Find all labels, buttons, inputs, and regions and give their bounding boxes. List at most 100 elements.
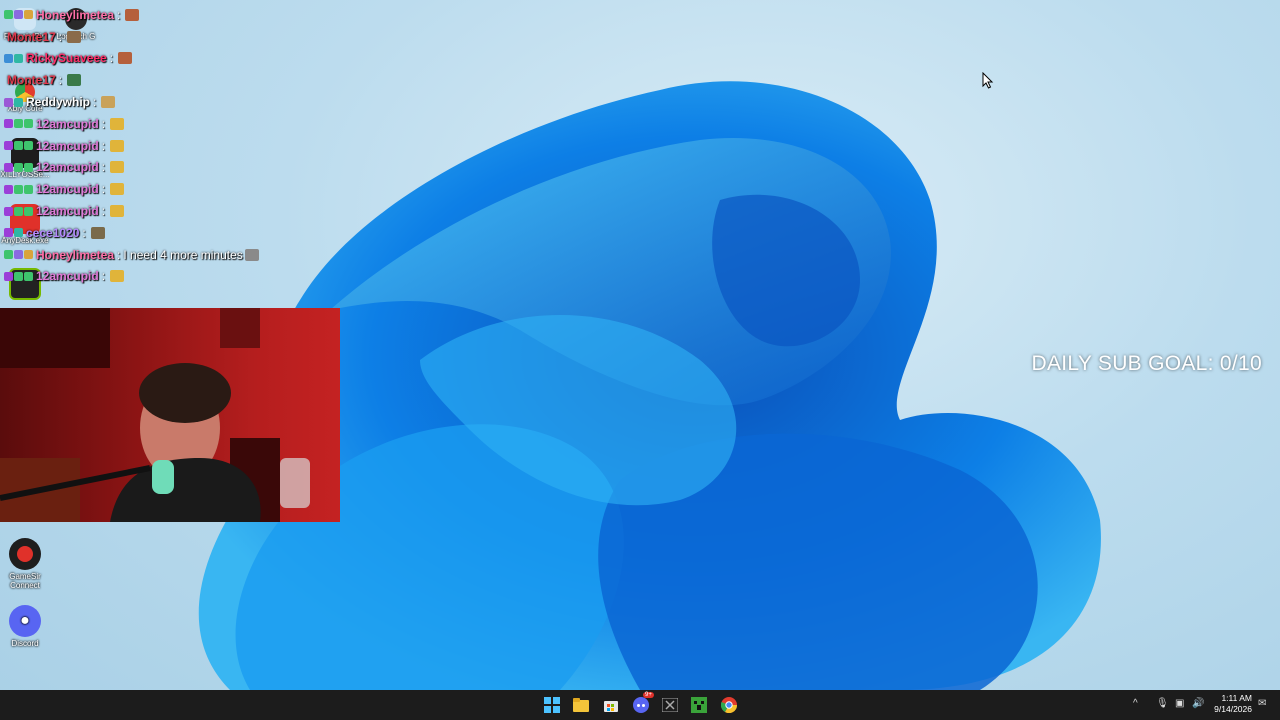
store-button[interactable] bbox=[601, 695, 621, 715]
store-icon bbox=[604, 701, 618, 712]
chat-username: 12amcupid bbox=[36, 116, 99, 131]
chat-separator: : bbox=[58, 29, 63, 44]
chat-separator: : bbox=[117, 247, 121, 262]
chat-username: 12amcupid bbox=[36, 269, 99, 284]
webcam-scene bbox=[0, 308, 310, 522]
chat-badge-icon bbox=[24, 250, 33, 260]
chat-separator: : bbox=[101, 138, 106, 153]
chat-badges bbox=[4, 53, 23, 63]
chat-message: 12amcupid: bbox=[0, 135, 300, 157]
chevron-up-icon[interactable]: ^ bbox=[1133, 698, 1138, 709]
minecraft-icon bbox=[691, 697, 707, 713]
mouse-cursor-icon bbox=[982, 72, 994, 89]
desktop-icon-discord[interactable]: ● Discord bbox=[0, 605, 55, 648]
chat-username: 12amcupid bbox=[36, 182, 99, 197]
chat-emote-icon bbox=[110, 117, 125, 130]
discord-taskbar-button[interactable]: 9+ bbox=[631, 692, 654, 715]
chrome-taskbar-button[interactable] bbox=[719, 695, 739, 715]
chat-badges bbox=[4, 184, 33, 194]
chat-badge-icon bbox=[14, 250, 23, 260]
chat-badge-icon bbox=[4, 53, 13, 63]
chat-username: RickySuaveee bbox=[26, 51, 107, 66]
chat-badge-icon bbox=[14, 206, 23, 216]
taskbar-clock[interactable]: 1:11 AM 9/14/2026 bbox=[1214, 693, 1252, 715]
chat-badge-icon bbox=[14, 162, 23, 172]
chat-message: 12amcupid: bbox=[0, 266, 300, 288]
chat-message: Honeylimetea: I need 4 more minutes bbox=[0, 244, 300, 266]
chat-emote-icon bbox=[110, 161, 125, 174]
chat-badge-icon bbox=[4, 206, 13, 216]
chat-message: 12amcupid: bbox=[0, 178, 300, 200]
chat-message: RickySuaveee: bbox=[0, 48, 300, 70]
chat-separator: : bbox=[109, 51, 114, 66]
chat-badges bbox=[4, 228, 23, 238]
chat-emote-icon bbox=[118, 52, 133, 65]
chat-message: Reddywhip: bbox=[0, 91, 300, 113]
chat-badges bbox=[4, 271, 33, 281]
daily-sub-goal: DAILY SUB GOAL: 0/10 bbox=[1031, 352, 1262, 375]
chat-badge-icon bbox=[4, 250, 13, 260]
minecraft-button[interactable] bbox=[689, 695, 709, 715]
windows-start-icon bbox=[544, 697, 560, 713]
chat-badge-icon bbox=[4, 271, 13, 281]
volume-icon[interactable]: 🔊 bbox=[1192, 698, 1204, 709]
taskbar: 9+ ^ 🎙 ▣ 🔊 1:11 AM 9/14/2026 ✉ bbox=[0, 690, 1280, 720]
chat-badge-icon bbox=[24, 206, 33, 216]
chrome-icon bbox=[721, 697, 737, 713]
excel-icon bbox=[662, 698, 678, 712]
chat-badge-icon bbox=[14, 141, 23, 151]
chat-badges bbox=[4, 10, 33, 20]
chat-separator: : bbox=[101, 182, 106, 197]
gamesir-icon bbox=[9, 538, 41, 570]
discord-taskbar-icon bbox=[633, 697, 649, 713]
excel-button[interactable] bbox=[660, 695, 680, 715]
file-explorer-icon bbox=[573, 698, 589, 712]
chat-message: 12amcupid: bbox=[0, 200, 300, 222]
chat-badges bbox=[4, 206, 33, 216]
chat-badge-icon bbox=[4, 184, 13, 194]
chat-badges bbox=[4, 119, 33, 129]
chat-text: I need 4 more minutes bbox=[123, 247, 243, 262]
chat-separator: : bbox=[82, 225, 86, 240]
chat-emote-icon bbox=[244, 248, 259, 261]
chat-badge-icon bbox=[4, 10, 13, 20]
chat-emote-icon bbox=[110, 270, 125, 283]
start-button[interactable] bbox=[542, 695, 562, 715]
file-explorer-button[interactable] bbox=[571, 695, 591, 715]
chat-badges bbox=[4, 141, 33, 151]
notification-icon[interactable]: ✉ bbox=[1258, 698, 1266, 709]
chat-message: Honeylimetea: bbox=[0, 4, 300, 26]
chat-username: Monte17 bbox=[7, 29, 56, 44]
chat-separator: : bbox=[101, 160, 106, 175]
chat-badge-icon bbox=[4, 228, 13, 238]
chat-badge-icon bbox=[4, 141, 13, 151]
network-icon[interactable]: ▣ bbox=[1175, 698, 1184, 709]
discord-notification-badge: 9+ bbox=[643, 692, 654, 698]
desktop-icon-gamesir-connect[interactable]: GameSir Connect bbox=[0, 538, 55, 590]
microphone-icon[interactable]: 🎙 bbox=[1156, 698, 1169, 709]
chat-emote-icon bbox=[67, 30, 82, 43]
chat-username: 12amcupid bbox=[36, 204, 99, 219]
chat-separator: : bbox=[101, 269, 106, 284]
chat-badge-icon bbox=[14, 10, 23, 20]
chat-badge-icon bbox=[24, 119, 33, 129]
chat-badge-icon bbox=[14, 228, 23, 238]
chat-badges bbox=[4, 97, 23, 107]
chat-badge-icon bbox=[14, 271, 23, 281]
chat-separator: : bbox=[58, 73, 63, 88]
chat-emote-icon bbox=[110, 183, 125, 196]
chat-message: 12amcupid: bbox=[0, 157, 300, 179]
chat-username: 12amcupid bbox=[36, 138, 99, 153]
chat-badge-icon bbox=[4, 119, 13, 129]
chat-message: Monte17: bbox=[0, 26, 300, 48]
chat-message: 12amcupid: bbox=[0, 113, 300, 135]
chat-badge-icon bbox=[24, 271, 33, 281]
chat-separator: : bbox=[101, 116, 106, 131]
chat-username: cece1020 bbox=[26, 225, 80, 240]
chat-badge-icon bbox=[24, 141, 33, 151]
chat-message: Monte17: bbox=[0, 69, 300, 91]
chat-badge-icon bbox=[14, 97, 23, 107]
chat-emote-icon bbox=[110, 139, 125, 152]
chat-separator: : bbox=[117, 7, 121, 22]
chat-badge-icon bbox=[4, 162, 13, 172]
